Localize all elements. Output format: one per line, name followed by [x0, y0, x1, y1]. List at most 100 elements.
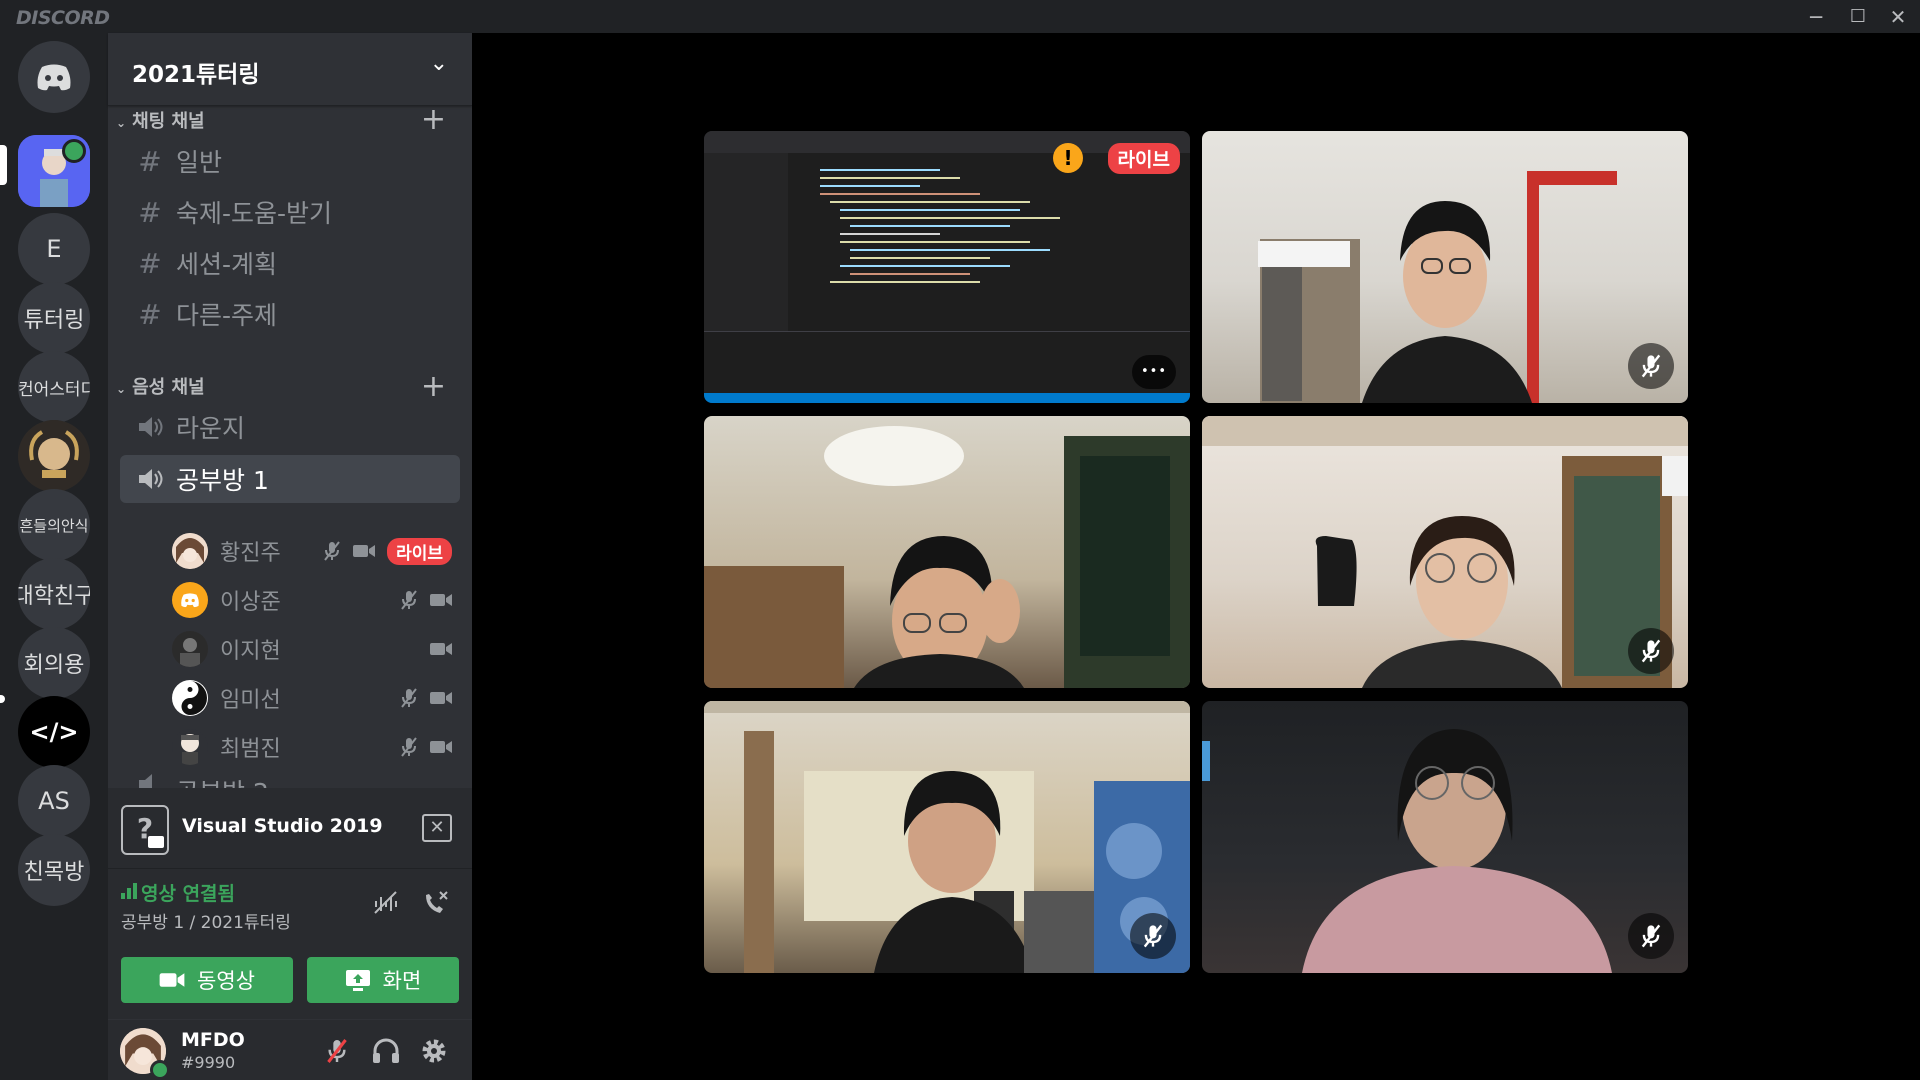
warning-icon: ! [1053, 143, 1083, 173]
user-name: MFDO [181, 1029, 245, 1051]
mic-muted-icon[interactable] [326, 1037, 348, 1065]
user-name: 이상준 [220, 590, 281, 615]
server-rest[interactable]: 흔들의안식 [18, 489, 90, 561]
hash-icon: # [138, 144, 162, 178]
avatar [172, 582, 208, 618]
category-label: 음성 채널 [132, 377, 205, 398]
channel-sidebar: 2021튜터링 ⌄ ⌄ 채팅 채널 + # 일반 # 숙제-도움-받기 # 세션-계획 … [108, 33, 472, 1080]
hash-icon: # [138, 246, 162, 280]
close-button[interactable]: ✕ [1878, 2, 1918, 32]
camera-icon [148, 836, 164, 848]
text-category[interactable]: ⌄ 채팅 채널 [116, 107, 205, 133]
add-voice-channel-icon[interactable]: + [421, 372, 446, 402]
server-emblem[interactable] [18, 420, 90, 492]
speaker-icon [130, 468, 170, 490]
online-status-icon [150, 1060, 170, 1080]
user-tag: #9990 [181, 1053, 236, 1072]
guild-header[interactable]: 2021튜터링 ⌄ [108, 33, 472, 106]
chevron-down-icon: ⌄ [429, 51, 448, 76]
minimize-button[interactable]: ─ [1796, 2, 1836, 32]
mic-muted-icon [401, 688, 417, 708]
muted-indicator [1628, 628, 1674, 674]
user-panel: MFDO #9990 [108, 1020, 472, 1080]
server-avatar-active[interactable] [18, 135, 90, 207]
channel-homework[interactable]: # 숙제-도움-받기 [120, 188, 460, 236]
chevron-icon: ⌄ [116, 116, 127, 130]
channel-label: 세션-계획 [176, 250, 278, 279]
streaming-status-icon [62, 139, 86, 163]
discord-home-icon [37, 64, 71, 91]
voice-user[interactable]: 황진주 라이브 [172, 529, 472, 573]
voice-user[interactable]: 임미선 [172, 676, 472, 720]
stream-title: Visual Studio 2019 [182, 815, 383, 837]
participant-video [1202, 729, 1612, 973]
voice-user[interactable]: 이지현 [172, 627, 472, 671]
channel-plan[interactable]: # 세션-계획 [120, 239, 460, 287]
server-friends[interactable]: 대학친구 [18, 558, 90, 630]
gear-icon[interactable] [420, 1037, 448, 1065]
channel-general[interactable]: # 일반 [120, 137, 460, 185]
server-tutoring[interactable]: 튜터링 [18, 282, 90, 354]
channel-other[interactable]: # 다른-주제 [120, 290, 460, 338]
participant-video [704, 426, 1190, 688]
video-tile[interactable] [704, 701, 1190, 973]
mic-muted-icon [401, 590, 417, 610]
code-view [790, 161, 1170, 321]
participant-video [704, 701, 1190, 973]
home-button[interactable] [18, 41, 90, 113]
screen-share-icon [345, 970, 370, 991]
server-as[interactable]: AS [18, 765, 90, 837]
server-meeting[interactable]: 회의용 [18, 627, 90, 699]
headphones-icon[interactable] [372, 1038, 400, 1064]
channel-label: 숙제-도움-받기 [176, 199, 333, 228]
connection-location[interactable]: 공부방 1 / 2021튜터링 [121, 908, 291, 933]
muted-indicator [1628, 913, 1674, 959]
server-code[interactable]: </> [18, 696, 90, 768]
mic-muted-icon [1143, 924, 1163, 948]
screen-share-tile[interactable]: ! 라이브 ••• [704, 131, 1190, 403]
video-tile[interactable] [704, 416, 1190, 688]
mic-muted-icon [1641, 354, 1661, 378]
noise-suppression-icon[interactable] [372, 889, 398, 915]
stop-stream-icon[interactable]: ✕ [422, 814, 452, 842]
voice-user[interactable]: 이상준 [172, 578, 472, 622]
user-name: 이지현 [220, 639, 281, 664]
maximize-button[interactable]: ☐ [1838, 2, 1878, 32]
server-e[interactable]: E [18, 213, 90, 285]
voice-connection-panel: 영상 연결됨 공부방 1 / 2021튜터링 동영상 화면 [108, 869, 472, 1019]
video-button[interactable]: 동영상 [121, 957, 293, 1003]
ide-statusbar [704, 393, 1190, 403]
camera-icon [430, 741, 452, 753]
disconnect-icon[interactable] [422, 889, 450, 915]
user-name: 임미선 [220, 688, 281, 713]
video-tile[interactable] [1202, 701, 1688, 973]
stream-panel: ? Visual Studio 2019 ✕ [108, 788, 472, 869]
more-options-icon[interactable]: ••• [1132, 355, 1176, 389]
live-badge: 라이브 [1107, 143, 1180, 174]
avatar [172, 533, 208, 569]
participant-video [1202, 416, 1688, 688]
video-stage: ! 라이브 ••• [472, 33, 1920, 1080]
screen-share-button[interactable]: 화면 [307, 957, 459, 1003]
speaker-icon [130, 416, 170, 438]
camera-icon [353, 545, 376, 557]
muted-indicator [1628, 343, 1674, 389]
avatar [172, 631, 208, 667]
chevron-icon: ⌄ [116, 382, 127, 396]
title-bar: DISCORD ─ ☐ ✕ [0, 0, 1920, 33]
voice-study-1[interactable]: 공부방 1 [120, 455, 460, 503]
voice-user[interactable]: 최범진 [172, 725, 472, 769]
live-badge: 라이브 [387, 537, 452, 565]
user-name: 최범진 [220, 737, 281, 762]
voice-lounge[interactable]: 라운지 [120, 403, 460, 451]
voice-category[interactable]: ⌄ 음성 채널 [116, 373, 205, 399]
channel-label: 공부방 1 [176, 466, 269, 495]
server-study[interactable]: 컨어스터디 [18, 351, 90, 423]
avatar [172, 729, 208, 765]
server-social[interactable]: 친목방 [18, 834, 90, 906]
hash-icon: # [138, 297, 162, 331]
add-text-channel-icon[interactable]: + [421, 105, 446, 135]
video-tile[interactable] [1202, 416, 1688, 688]
mic-muted-icon [1641, 924, 1661, 948]
video-tile[interactable] [1202, 131, 1688, 403]
